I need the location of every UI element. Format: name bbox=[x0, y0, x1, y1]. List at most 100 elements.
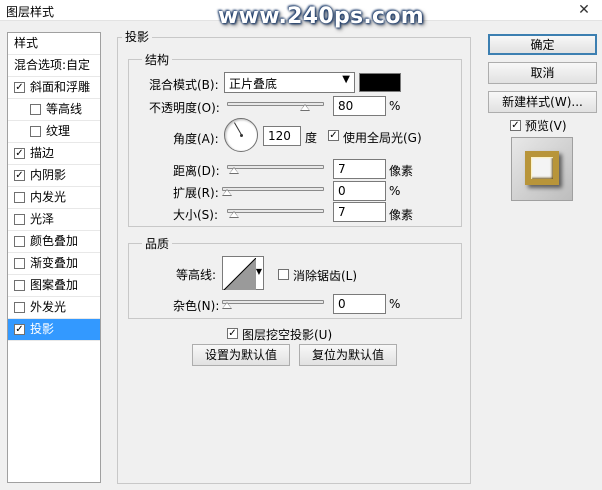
style-item-11[interactable]: ✓ 投影 bbox=[8, 319, 100, 341]
style-item-7[interactable]: 颜色叠加 bbox=[8, 231, 100, 253]
angle-dial[interactable] bbox=[224, 118, 258, 152]
contour-dropdown-icon: ▼ bbox=[255, 267, 262, 276]
style-item-label: 等高线 bbox=[46, 102, 83, 116]
spread-input[interactable]: 0 bbox=[333, 181, 386, 201]
preview-label: 预览(V) bbox=[525, 119, 567, 133]
use-global-light-label: 使用全局光(G) bbox=[343, 131, 422, 145]
antialias-label: 消除锯齿(L) bbox=[293, 269, 358, 283]
shadow-color-swatch[interactable] bbox=[359, 73, 401, 92]
blend-mode-label: 混合模式(B): bbox=[149, 78, 219, 92]
knockout-checkbox[interactable]: ✓ bbox=[227, 328, 238, 339]
style-item-checkbox[interactable] bbox=[14, 214, 25, 225]
style-list: 样式 混合选项:自定 ✓ 斜面和浮雕等高线纹理 ✓ 描边 ✓ 内阴影内发光光泽颜色叠加渐变… bbox=[7, 32, 101, 483]
angle-dial-center bbox=[240, 134, 243, 137]
new-style-button[interactable]: 新建样式(W)... bbox=[488, 91, 597, 113]
spread-slider-track[interactable] bbox=[222, 187, 324, 191]
spread-label: 扩展(R): bbox=[173, 186, 219, 200]
style-item-label: 外发光 bbox=[30, 300, 67, 314]
style-preview-thumbnail bbox=[511, 137, 573, 201]
structure-title: 结构 bbox=[142, 51, 173, 68]
quality-title: 品质 bbox=[142, 235, 173, 252]
spread-slider-thumb[interactable] bbox=[222, 189, 232, 196]
style-item-label: 光泽 bbox=[30, 212, 55, 226]
style-item-5[interactable]: 内发光 bbox=[8, 187, 100, 209]
style-item-4[interactable]: ✓ 内阴影 bbox=[8, 165, 100, 187]
style-item-label: 内阴影 bbox=[30, 168, 67, 182]
angle-unit: 度 bbox=[305, 131, 318, 145]
cancel-button[interactable]: 取消 bbox=[488, 62, 597, 84]
style-item-label: 图案叠加 bbox=[30, 278, 79, 292]
style-item-checkbox[interactable]: ✓ bbox=[14, 324, 25, 335]
blend-mode-value: 正片叠底 bbox=[229, 77, 278, 91]
distance-slider-track[interactable] bbox=[227, 165, 324, 169]
window-title: 图层样式 bbox=[6, 5, 55, 19]
size-slider-track[interactable] bbox=[227, 209, 324, 213]
style-item-checkbox[interactable] bbox=[14, 280, 25, 291]
noise-unit: % bbox=[389, 297, 401, 311]
distance-input[interactable]: 7 bbox=[333, 159, 386, 179]
ok-button[interactable]: 确定 bbox=[488, 34, 597, 55]
contour-preview-icon bbox=[224, 258, 256, 290]
style-item-checkbox[interactable] bbox=[14, 192, 25, 203]
opacity-slider-thumb[interactable] bbox=[299, 104, 310, 111]
style-item-0[interactable]: ✓ 斜面和浮雕 bbox=[8, 77, 100, 99]
style-item-label: 渐变叠加 bbox=[30, 256, 79, 270]
style-item-checkbox[interactable] bbox=[30, 104, 41, 115]
noise-label: 杂色(N): bbox=[173, 299, 220, 313]
style-item-checkbox[interactable]: ✓ bbox=[14, 148, 25, 159]
watermark: www.240ps.com bbox=[218, 4, 425, 29]
style-item-label: 纹理 bbox=[46, 124, 71, 138]
distance-unit: 像素 bbox=[389, 164, 414, 178]
style-item-checkbox[interactable]: ✓ bbox=[14, 170, 25, 181]
opacity-input[interactable]: 80 bbox=[333, 96, 386, 116]
spread-unit: % bbox=[389, 184, 401, 198]
noise-slider-track[interactable] bbox=[222, 300, 324, 304]
preview-frame-icon bbox=[525, 151, 559, 185]
style-item-10[interactable]: 外发光 bbox=[8, 297, 100, 319]
style-item-checkbox[interactable] bbox=[14, 236, 25, 247]
close-icon[interactable]: ✕ bbox=[576, 2, 592, 18]
style-item-label: 颜色叠加 bbox=[30, 234, 79, 248]
preview-checkbox[interactable]: ✓ bbox=[510, 120, 521, 131]
blend-options-item[interactable]: 混合选项:自定 bbox=[8, 55, 100, 77]
style-item-checkbox[interactable] bbox=[30, 126, 41, 137]
knockout-label: 图层挖空投影(U) bbox=[242, 328, 333, 342]
style-item-checkbox[interactable]: ✓ bbox=[14, 82, 25, 93]
blend-options-label: 混合选项:自定 bbox=[14, 58, 91, 72]
style-item-6[interactable]: 光泽 bbox=[8, 209, 100, 231]
style-item-label: 斜面和浮雕 bbox=[30, 80, 91, 94]
distance-slider-thumb[interactable] bbox=[229, 167, 239, 174]
antialias-checkbox[interactable] bbox=[278, 269, 289, 280]
angle-input[interactable]: 120 bbox=[263, 126, 301, 146]
style-item-9[interactable]: 图案叠加 bbox=[8, 275, 100, 297]
style-item-1[interactable]: 等高线 bbox=[8, 99, 100, 121]
style-item-checkbox[interactable] bbox=[14, 302, 25, 313]
style-list-header[interactable]: 样式 bbox=[8, 33, 100, 55]
size-label: 大小(S): bbox=[173, 208, 219, 222]
use-global-light-checkbox[interactable]: ✓ bbox=[328, 130, 339, 141]
style-item-3[interactable]: ✓ 描边 bbox=[8, 143, 100, 165]
chevron-down-icon: ▼ bbox=[342, 74, 350, 85]
style-item-label: 描边 bbox=[30, 146, 55, 160]
contour-label: 等高线: bbox=[176, 268, 217, 282]
drop-shadow-title: 投影 bbox=[122, 28, 153, 45]
style-item-2[interactable]: 纹理 bbox=[8, 121, 100, 143]
blend-mode-select[interactable]: 正片叠底 ▼ bbox=[224, 72, 355, 93]
style-item-8[interactable]: 渐变叠加 bbox=[8, 253, 100, 275]
make-default-button[interactable]: 设置为默认值 bbox=[192, 344, 290, 366]
size-unit: 像素 bbox=[389, 208, 414, 222]
angle-label: 角度(A): bbox=[173, 132, 219, 146]
opacity-label: 不透明度(O): bbox=[149, 101, 220, 115]
style-item-label: 投影 bbox=[30, 322, 55, 336]
size-input[interactable]: 7 bbox=[333, 202, 386, 222]
reset-default-button[interactable]: 复位为默认值 bbox=[299, 344, 397, 366]
distance-label: 距离(D): bbox=[173, 164, 220, 178]
opacity-unit: % bbox=[389, 99, 401, 113]
noise-input[interactable]: 0 bbox=[333, 294, 386, 314]
style-item-checkbox[interactable] bbox=[14, 258, 25, 269]
noise-slider-thumb[interactable] bbox=[222, 302, 232, 309]
style-list-header-label: 样式 bbox=[14, 36, 39, 50]
contour-picker[interactable]: ▼ bbox=[222, 256, 264, 290]
size-slider-thumb[interactable] bbox=[229, 211, 239, 218]
style-item-label: 内发光 bbox=[30, 190, 67, 204]
